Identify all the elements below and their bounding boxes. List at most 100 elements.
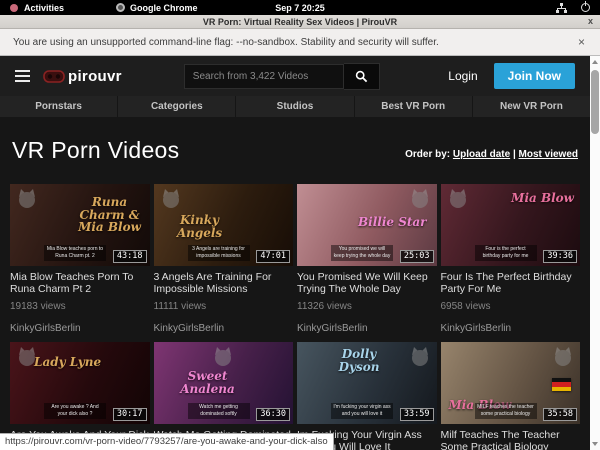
window-title-bar: VR Porn: Virtual Reality Sex Videos | Pi… <box>0 15 600 29</box>
thumbnail-caption: You promised we will keep trying the who… <box>331 245 393 261</box>
thumbnail-overlay-title: Billie Star <box>358 216 427 229</box>
menu-item-studios[interactable]: Studios <box>235 96 353 117</box>
brand-logo[interactable]: pirouvr <box>43 68 122 85</box>
login-link[interactable]: Login <box>448 69 477 83</box>
vr-headset-icon <box>43 70 65 83</box>
thumbnail-caption: Four is the perfect birthday party for m… <box>475 245 537 261</box>
menu-item-best-vr-porn[interactable]: Best VR Porn <box>354 96 472 117</box>
duration-badge: 33:59 <box>400 408 434 421</box>
chrome-icon <box>116 3 125 12</box>
video-card: Billie Star You promised we will keep tr… <box>297 184 437 334</box>
activities-button[interactable]: Activities <box>24 3 64 13</box>
german-flag-icon <box>552 378 571 391</box>
thumbnail-caption: I'm fucking your virgin ass and you will… <box>331 403 393 419</box>
video-thumbnail[interactable]: Dolly Dyson I'm fucking your virgin ass … <box>297 342 437 424</box>
thumbnail-caption: MILF teaches the teacher some practical … <box>475 403 537 419</box>
video-thumbnail[interactable]: Sweet Analena Watch me getting dominated… <box>154 342 294 424</box>
order-by-controls: Order by: Upload date | Most viewed <box>405 149 578 164</box>
thumbnail-overlay-title: Sweet Analena <box>172 370 244 395</box>
sort-upload-date-link[interactable]: Upload date <box>453 149 510 160</box>
video-thumbnail[interactable]: Mia Blow MILF teaches the teacher some p… <box>441 342 581 424</box>
recording-indicator-dot-icon <box>10 4 18 12</box>
menu-item-new-vr-porn[interactable]: New VR Porn <box>472 96 590 117</box>
video-grid: Runa Charm & Mia Blow Mia Blow teaches p… <box>0 164 590 450</box>
video-card: Mia Blow MILF teaches the teacher some p… <box>441 342 581 450</box>
warning-close-icon[interactable]: × <box>578 35 585 49</box>
order-by-label: Order by: <box>405 149 450 160</box>
thumbnail-overlay-title: Dolly Dyson <box>323 348 395 373</box>
view-count: 11111 views <box>154 301 294 312</box>
studio-link[interactable]: KinkyGirlsBerlin <box>154 323 294 334</box>
system-clock[interactable]: Sep 7 20:25 <box>0 3 600 13</box>
studio-link[interactable]: KinkyGirlsBerlin <box>10 323 150 334</box>
thumbnail-caption: Watch me getting dominated softly <box>188 403 250 419</box>
thumbnail-overlay-title: Mia Blow <box>511 192 574 205</box>
page-header: VR Porn Videos Order by: Upload date | M… <box>0 117 590 164</box>
video-card: Runa Charm & Mia Blow Mia Blow teaches p… <box>10 184 150 334</box>
search-button[interactable] <box>344 63 380 90</box>
window-close-icon[interactable]: x <box>588 15 593 28</box>
studio-watermark-cat-icon <box>552 346 574 373</box>
site-navbar: pirouvr Login Join Now <box>0 56 590 96</box>
search-input[interactable] <box>184 64 344 89</box>
category-menu-bar: Pornstars Categories Studios Best VR Por… <box>0 96 590 117</box>
search-icon <box>355 70 368 83</box>
system-top-bar: Activities Google Chrome Sep 7 20:25 <box>0 0 600 15</box>
video-thumbnail[interactable]: Lady Lyne Are you awake ? And your dick … <box>10 342 150 424</box>
scrollbar-thumb[interactable] <box>591 70 599 134</box>
duration-badge: 30:17 <box>113 408 147 421</box>
page-scrollbar[interactable] <box>590 56 600 450</box>
menu-item-categories[interactable]: Categories <box>117 96 235 117</box>
browser-warning-bar: You are using an unsupported command-lin… <box>0 29 600 56</box>
thumbnail-overlay-title: Kinky Angels <box>164 214 236 239</box>
menu-item-pornstars[interactable]: Pornstars <box>0 96 117 117</box>
thumbnail-caption: Mia Blow teaches porn to Runa Charm pt. … <box>44 245 106 261</box>
studio-watermark-cat-icon <box>447 188 469 215</box>
thumbnail-caption: 3 Angels are training for impossible mis… <box>188 245 250 261</box>
video-thumbnail[interactable]: Mia Blow Four is the perfect birthday pa… <box>441 184 581 266</box>
link-status-bar: https://pirouvr.com/vr-porn-video/779325… <box>0 433 334 450</box>
view-count: 6958 views <box>441 301 581 312</box>
page-viewport: pirouvr Login Join Now Pornstars Categor… <box>0 56 590 450</box>
power-icon[interactable] <box>581 3 590 12</box>
brand-name: pirouvr <box>68 68 122 85</box>
video-title[interactable]: Four Is The Perfect Birthday Party For M… <box>441 271 581 296</box>
duration-badge: 47:01 <box>256 250 290 263</box>
scrollbar-up-arrow-icon[interactable] <box>592 60 598 64</box>
warning-message: You are using an unsupported command-lin… <box>13 37 439 48</box>
page-title: VR Porn Videos <box>12 137 179 164</box>
chrome-app-label: Google Chrome <box>130 3 198 13</box>
studio-link[interactable]: KinkyGirlsBerlin <box>441 323 581 334</box>
video-title[interactable]: You Promised We Will Keep Trying The Who… <box>297 271 437 296</box>
duration-badge: 43:18 <box>113 250 147 263</box>
thumbnail-overlay-title: Lady Lyne <box>34 356 101 369</box>
video-title[interactable]: Milf Teaches The Teacher Some Practical … <box>441 429 581 450</box>
scrollbar-down-arrow-icon[interactable] <box>592 442 598 446</box>
chrome-app-indicator[interactable]: Google Chrome <box>116 3 198 13</box>
search-bar <box>184 63 380 90</box>
duration-badge: 35:58 <box>543 408 577 421</box>
studio-link[interactable]: KinkyGirlsBerlin <box>297 323 437 334</box>
activities-label: Activities <box>24 3 64 13</box>
thumbnail-overlay-title: Runa Charm & Mia Blow <box>74 196 146 234</box>
studio-watermark-cat-icon <box>16 188 38 215</box>
duration-badge: 25:03 <box>400 250 434 263</box>
sort-separator: | <box>513 149 516 160</box>
video-thumbnail[interactable]: Runa Charm & Mia Blow Mia Blow teaches p… <box>10 184 150 266</box>
video-thumbnail[interactable]: Kinky Angels 3 Angels are training for i… <box>154 184 294 266</box>
thumbnail-caption: Are you awake ? And your dick also ? <box>44 403 106 419</box>
view-count: 19183 views <box>10 301 150 312</box>
video-thumbnail[interactable]: Billie Star You promised we will keep tr… <box>297 184 437 266</box>
video-title[interactable]: Mia Blow Teaches Porn To Runa Charm Pt 2 <box>10 271 150 296</box>
join-now-button[interactable]: Join Now <box>494 63 575 89</box>
video-title[interactable]: 3 Angels Are Training For Impossible Mis… <box>154 271 294 296</box>
hamburger-menu-icon[interactable] <box>15 70 30 83</box>
network-icon[interactable] <box>556 3 567 13</box>
studio-watermark-cat-icon <box>160 188 182 215</box>
sort-most-viewed-link[interactable]: Most viewed <box>519 149 578 160</box>
duration-badge: 39:36 <box>543 250 577 263</box>
studio-watermark-cat-icon <box>409 188 431 215</box>
view-count: 11326 views <box>297 301 437 312</box>
studio-watermark-cat-icon <box>409 346 431 373</box>
video-card: Kinky Angels 3 Angels are training for i… <box>154 184 294 334</box>
